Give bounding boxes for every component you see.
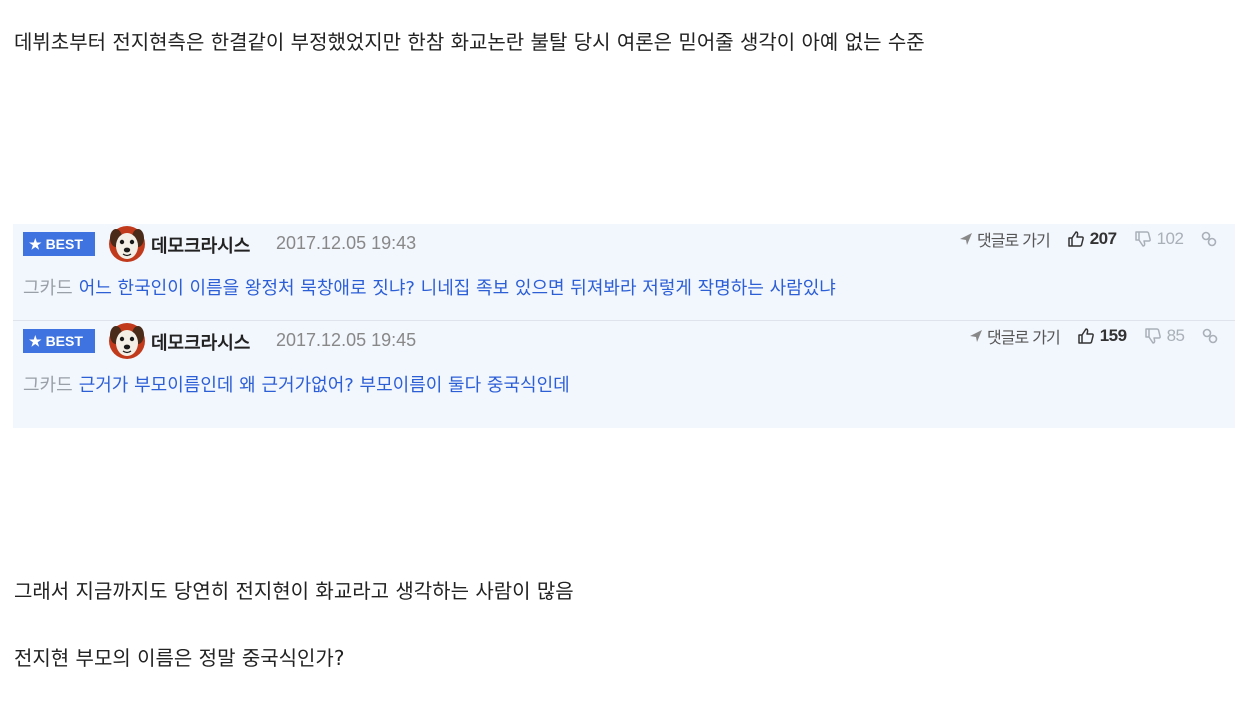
share-button[interactable] — [1201, 327, 1219, 345]
share-button[interactable] — [1200, 230, 1218, 248]
link-icon — [1202, 231, 1217, 247]
upvote-button[interactable]: 159 — [1077, 326, 1127, 346]
thumbs-down-icon — [1134, 231, 1151, 247]
comment-author[interactable]: 데모크라시스 — [151, 329, 250, 355]
article-paragraph-2: 그래서 지금까지도 당연히 전지현이 화교라고 생각하는 사람이 많음 — [14, 579, 574, 603]
downvote-button[interactable]: 85 — [1144, 326, 1185, 346]
upvote-count: 159 — [1099, 326, 1127, 345]
comment-timestamp: 2017.12.05 19:45 — [276, 330, 417, 350]
thumbs-up-icon — [1077, 328, 1094, 344]
thumbs-up-icon — [1067, 231, 1084, 247]
comment-item: ★ BEST 데모크라시스 2017.12.05 19:43 댓글로 가기 20… — [13, 224, 1235, 320]
link-icon — [1203, 328, 1218, 344]
comment-body: 그카드 근거가 부모이름인데 왜 근거가없어? 부모이름이 둘다 중국식인데 — [23, 371, 570, 397]
downvote-count: 85 — [1166, 326, 1185, 345]
go-to-reply-button[interactable]: 댓글로 가기 — [959, 227, 1051, 251]
article-paragraph-3: 전지현 부모의 이름은 정말 중국식인가? — [14, 646, 345, 670]
dog-avatar[interactable] — [108, 225, 146, 263]
best-badge: ★ BEST — [23, 329, 95, 353]
thumbs-down-icon — [1144, 328, 1161, 344]
upvote-button[interactable]: 207 — [1067, 229, 1117, 249]
comment-actions: 댓글로 가기 207 102 — [959, 228, 1218, 250]
best-badge-label: BEST — [45, 333, 83, 349]
best-comments-panel: ★ BEST 데모크라시스 2017.12.05 19:43 댓글로 가기 20… — [13, 224, 1235, 428]
star-icon: ★ — [29, 236, 42, 252]
downvote-button[interactable]: 102 — [1134, 229, 1184, 249]
comment-actions: 댓글로 가기 159 85 — [969, 325, 1219, 347]
comment-item: ★ BEST 데모크라시스 2017.12.05 19:45 댓글로 가기 15… — [13, 320, 1235, 417]
star-icon: ★ — [29, 333, 42, 349]
comment-text[interactable]: 어느 한국인이 이름을 왕정처 묵창애로 짓냐? 니네집 족보 있으면 뒤져봐라… — [79, 278, 836, 299]
comment-tag[interactable]: 그카드 — [23, 375, 73, 396]
best-badge: ★ BEST — [23, 232, 95, 256]
comment-tag[interactable]: 그카드 — [23, 278, 73, 299]
upvote-count: 207 — [1089, 229, 1117, 248]
downvote-count: 102 — [1156, 229, 1184, 248]
comment-author[interactable]: 데모크라시스 — [151, 232, 250, 258]
reply-label: 댓글로 가기 — [987, 328, 1061, 347]
comment-body: 그카드 어느 한국인이 이름을 왕정처 묵창애로 짓냐? 니네집 족보 있으면 뒤… — [23, 274, 836, 300]
dog-avatar[interactable] — [108, 322, 146, 360]
best-badge-label: BEST — [45, 236, 83, 252]
arrow-icon — [970, 330, 982, 342]
reply-label: 댓글로 가기 — [977, 231, 1051, 250]
comment-text[interactable]: 근거가 부모이름인데 왜 근거가없어? 부모이름이 둘다 중국식인데 — [79, 375, 570, 396]
comment-timestamp: 2017.12.05 19:43 — [276, 233, 417, 253]
arrow-icon — [960, 233, 972, 245]
article-paragraph-1: 데뷔초부터 전지현측은 한결같이 부정했었지만 한참 화교논란 불탈 당시 여론… — [14, 30, 925, 54]
go-to-reply-button[interactable]: 댓글로 가기 — [969, 324, 1061, 348]
